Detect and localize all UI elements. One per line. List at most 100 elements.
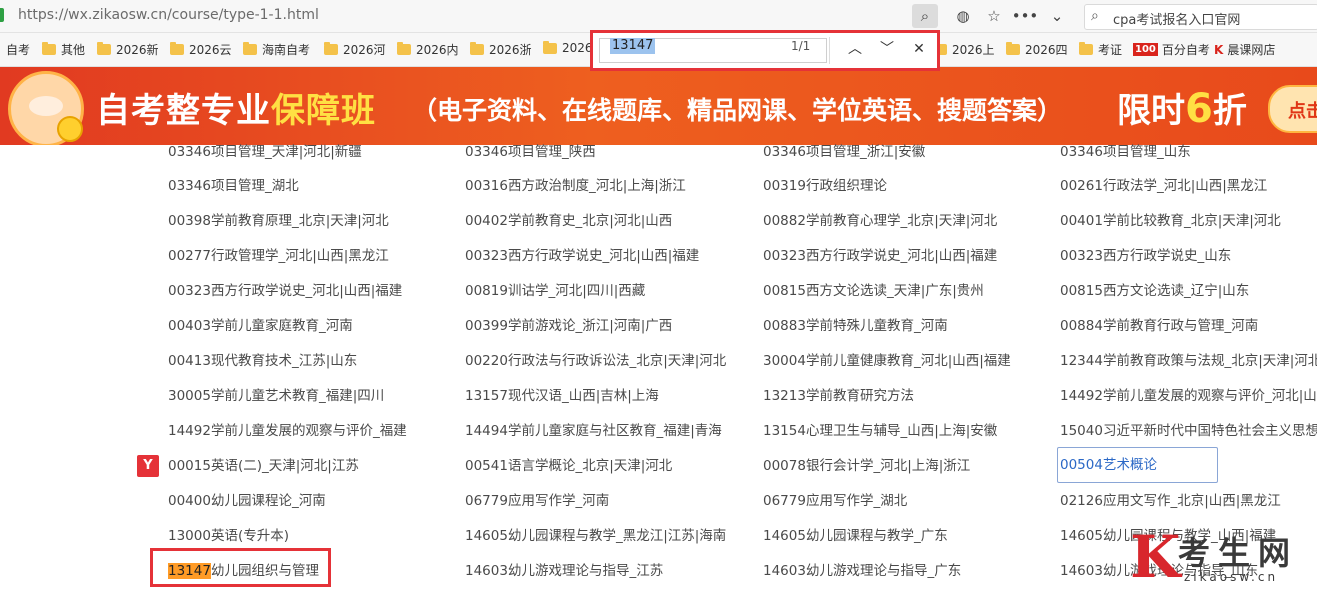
course-link[interactable]: 00401学前比较教育_北京|天津|河北 [1060, 212, 1281, 230]
course-link[interactable]: 13000英语(专升本) [168, 527, 289, 545]
translate-icon[interactable]: ◍ [950, 4, 976, 28]
search-text: cpa考试报名入口官网 [1113, 13, 1241, 28]
course-link[interactable]: 03346项目管理_湖北 [168, 177, 299, 195]
folder-icon [243, 42, 257, 55]
banner-subtitle: （电子资料、在线题库、精品网课、学位英语、搜题答案） [412, 96, 1063, 125]
watermark-logo-icon: K [1130, 523, 1181, 591]
course-link[interactable]: 14492学前儿童发展的观察与评价_河北|山西 [1060, 387, 1317, 405]
course-link[interactable]: 03346项目管理_山东 [1060, 143, 1191, 161]
course-link[interactable]: 00399学前游戏论_浙江|河南|广西 [465, 317, 672, 335]
course-link[interactable]: 00882学前教育心理学_北京|天津|河北 [763, 212, 997, 230]
course-link[interactable]: 00220行政法与行政诉讼法_北京|天津|河北 [465, 352, 726, 370]
course-link[interactable]: 00413现代教育技术_江苏|山东 [168, 352, 357, 370]
course-link[interactable]: 14605幼儿园课程与教学_黑龙江|江苏|海南 [465, 527, 726, 545]
course-link[interactable]: 00323西方行政学说史_山东 [1060, 247, 1231, 265]
course-link[interactable]: 13154心理卫生与辅导_山西|上海|安徽 [763, 422, 997, 440]
course-link[interactable]: 00398学前教育原理_北京|天津|河北 [168, 212, 389, 230]
course-link[interactable]: 00883学前特殊儿童教育_河南 [763, 317, 948, 335]
course-link[interactable]: 12344学前教育政策与法规_北京|天津|河北 [1060, 352, 1317, 370]
course-link[interactable]: 00277行政管理学_河北|山西|黑龙江 [168, 247, 389, 265]
bookmark-folder[interactable]: 2026河 [324, 41, 386, 58]
bookmark-folder[interactable]: 2026内 [397, 41, 459, 58]
banner-deal: 限时6折 [1117, 86, 1247, 132]
search-icon: ⌕ [1091, 8, 1099, 24]
course-link[interactable]: 03346项目管理_浙江|安徽 [763, 143, 925, 161]
chevron-down-icon[interactable]: ⌄ [1044, 4, 1070, 28]
course-link[interactable]: 00815西方文论选读_天津|广东|贵州 [763, 282, 984, 300]
course-link[interactable]: 00015英语(二)_天津|河北|江苏 [168, 457, 359, 475]
bookmark-folder[interactable]: 2026四 [1006, 41, 1068, 58]
search-match: 13147 [168, 563, 211, 579]
side-badge[interactable]: Y [137, 455, 159, 477]
baifen-logo-icon: 100 [1133, 43, 1158, 56]
course-link[interactable]: 00403学前儿童家庭教育_河南 [168, 317, 353, 335]
site-watermark: K 考生网 zikaosw.cn [1130, 524, 1317, 596]
chenke-logo-icon: K [1214, 42, 1224, 57]
secure-indicator [0, 8, 4, 22]
chevron-up-icon[interactable]: ︿ [845, 39, 865, 59]
chevron-down-icon[interactable]: ﹀ [877, 39, 897, 59]
course-link[interactable]: 00323西方行政学说史_河北|山西|福建 [168, 282, 402, 300]
bookmark-folder[interactable]: 海南自考 [243, 41, 310, 58]
course-link[interactable]: 00316西方政治制度_河北|上海|浙江 [465, 177, 686, 195]
course-link[interactable]: 00541语言学概论_北京|天津|河北 [465, 457, 672, 475]
banner-cta-button[interactable]: 点击 [1268, 85, 1317, 133]
bookmark-folder[interactable]: 2026 [543, 40, 593, 55]
bookmark-folder[interactable]: 2026新 [97, 41, 159, 58]
bookmark-folder[interactable]: 2026云 [170, 41, 232, 58]
more-icon[interactable]: ••• [1012, 4, 1039, 28]
folder-icon [42, 42, 56, 55]
bookmark-folder[interactable]: 2026上 [933, 41, 995, 58]
find-term: 13147 [610, 38, 656, 54]
course-link[interactable]: 03346项目管理_天津|河北|新疆 [168, 143, 362, 161]
folder-icon [170, 42, 184, 55]
folder-icon [470, 42, 484, 55]
course-link[interactable]: 06779应用写作学_湖北 [763, 492, 907, 510]
course-link[interactable]: 00884学前教育行政与管理_河南 [1060, 317, 1258, 335]
course-link[interactable]: 13157现代汉语_山西|吉林|上海 [465, 387, 659, 405]
course-link[interactable]: 00815西方文论选读_辽宁|山东 [1060, 282, 1249, 300]
bookmark-folder[interactable]: 2026浙 [470, 41, 532, 58]
course-link[interactable]: 03346项目管理_陕西 [465, 143, 596, 161]
folder-icon [543, 40, 557, 54]
promo-banner[interactable]: 自考整专业保障班 （电子资料、在线题库、精品网课、学位英语、搜题答案） 限时6折… [0, 67, 1317, 145]
course-link[interactable]: 00323西方行政学说史_河北|山西|福建 [465, 247, 699, 265]
course-link[interactable]: 00400幼儿园课程论_河南 [168, 492, 326, 510]
bookmark-folder[interactable]: 其他 [42, 41, 85, 58]
bookmark-item[interactable]: 自考 [6, 41, 30, 58]
course-link[interactable]: 30004学前儿童健康教育_河北|山西|福建 [763, 352, 1011, 370]
course-link[interactable]: 06779应用写作学_河南 [465, 492, 609, 510]
course-link-match[interactable]: 13147幼儿园组织与管理 [168, 562, 319, 580]
star-icon[interactable]: ☆ [981, 4, 1007, 28]
url-field[interactable]: https://wx.zikaosw.cn/course/type-1-1.ht… [18, 7, 319, 23]
course-link[interactable]: 14605幼儿园课程与教学_广东 [763, 527, 948, 545]
close-icon[interactable]: ✕ [909, 39, 929, 59]
course-link[interactable]: 14603幼儿游戏理论与指导_江苏 [465, 562, 663, 580]
course-link[interactable]: 00402学前教育史_北京|河北|山西 [465, 212, 672, 230]
folder-icon [97, 42, 111, 55]
url-text: https://wx.zikaosw.cn/course/type-1-1.ht… [18, 7, 319, 23]
course-link[interactable]: 13213学前教育研究方法 [763, 387, 914, 405]
course-link[interactable]: 00819训诂学_河北|四川|西藏 [465, 282, 645, 300]
find-divider [829, 37, 830, 64]
course-link[interactable]: 30005学前儿童艺术教育_福建|四川 [168, 387, 384, 405]
course-link-focused[interactable]: 00504艺术概论 [1057, 447, 1218, 483]
course-link[interactable]: 02126应用文写作_北京|山西|黑龙江 [1060, 492, 1281, 510]
address-bar: https://wx.zikaosw.cn/course/type-1-1.ht… [0, 0, 1317, 33]
bookmark-item[interactable]: K 晨课网店 [1214, 41, 1275, 58]
search-input[interactable]: ⌕ cpa考试报名入口官网 [1084, 4, 1317, 30]
course-link[interactable]: 14492学前儿童发展的观察与评价_福建 [168, 422, 407, 440]
course-link[interactable]: 14494学前儿童家庭与社区教育_福建|青海 [465, 422, 722, 440]
course-link[interactable]: 14603幼儿游戏理论与指导_广东 [763, 562, 961, 580]
course-link[interactable]: 00078银行会计学_河北|上海|浙江 [763, 457, 970, 475]
course-link[interactable]: 15040习近平新时代中国特色社会主义思想 [1060, 422, 1317, 440]
course-link[interactable]: 00261行政法学_河北|山西|黑龙江 [1060, 177, 1267, 195]
folder-icon [324, 42, 338, 55]
course-link[interactable]: 00323西方行政学说史_河北|山西|福建 [763, 247, 997, 265]
course-link[interactable]: 00319行政组织理论 [763, 177, 887, 195]
find-in-page-icon[interactable]: ⌕ [912, 4, 938, 28]
find-count: 1/1 [791, 39, 811, 53]
bookmark-item[interactable]: 100 百分自考 [1133, 41, 1210, 58]
mascot-icon [8, 71, 84, 145]
bookmark-folder[interactable]: 考证 [1079, 41, 1122, 58]
